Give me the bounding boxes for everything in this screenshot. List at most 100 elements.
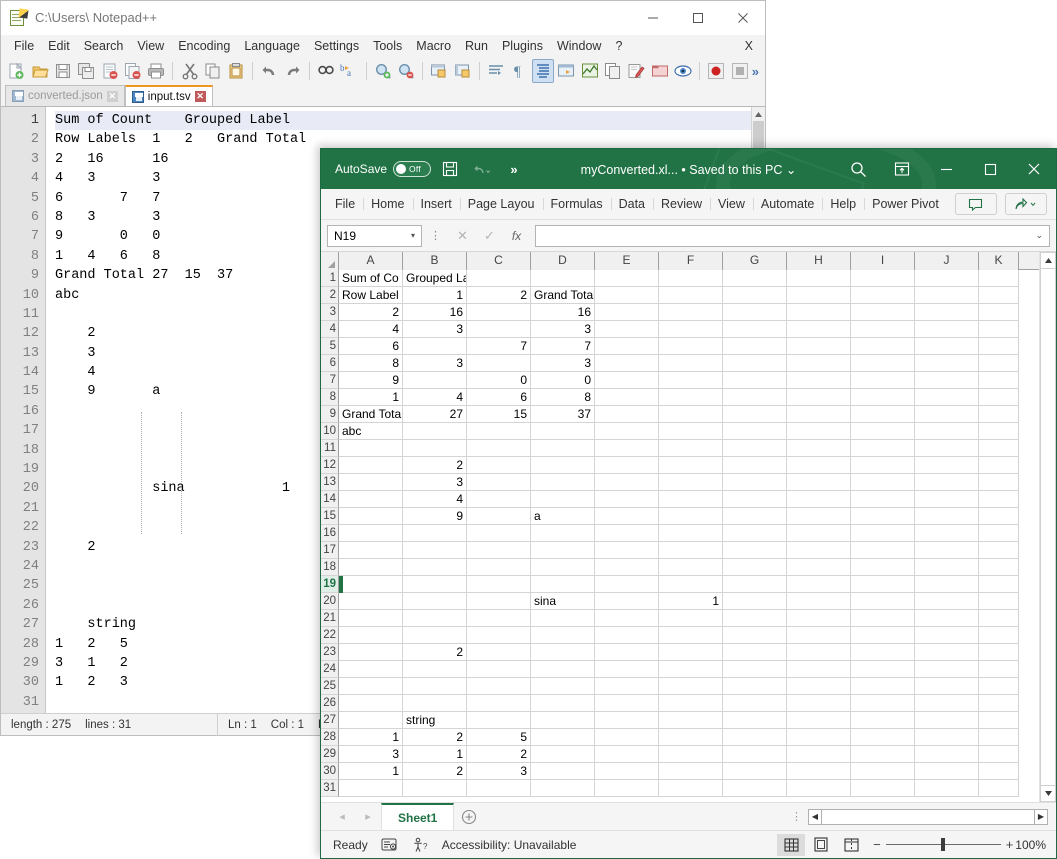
cell-K2[interactable]: [979, 287, 1019, 304]
menu-item-window[interactable]: Window: [550, 37, 608, 55]
cell-B15[interactable]: 9: [403, 508, 467, 525]
cell-G3[interactable]: [723, 304, 787, 321]
cell-I24[interactable]: [851, 661, 915, 678]
cell-B27[interactable]: string: [403, 712, 467, 729]
menu-item-file[interactable]: File: [7, 37, 41, 55]
formula-bar-grip[interactable]: ⋮: [427, 229, 444, 242]
cell-D4[interactable]: 3: [531, 321, 595, 338]
cell-J22[interactable]: [915, 627, 979, 644]
cell-I14[interactable]: [851, 491, 915, 508]
cell-K27[interactable]: [979, 712, 1019, 729]
cell-G22[interactable]: [723, 627, 787, 644]
cell-D25[interactable]: [531, 678, 595, 695]
notepad-close-button[interactable]: [720, 1, 765, 35]
cell-J10[interactable]: [915, 423, 979, 440]
cell-K26[interactable]: [979, 695, 1019, 712]
accessibility-checker-icon[interactable]: ?: [410, 835, 432, 855]
chevron-down-icon[interactable]: ▾: [411, 231, 415, 240]
undo-icon[interactable]: [469, 156, 495, 182]
cell-C15[interactable]: [467, 508, 531, 525]
cell-C27[interactable]: [467, 712, 531, 729]
cell-J6[interactable]: [915, 355, 979, 372]
tab-view[interactable]: View: [710, 194, 753, 214]
cell-G10[interactable]: [723, 423, 787, 440]
column-header-i[interactable]: I: [851, 252, 915, 270]
cell-A9[interactable]: Grand Tota: [339, 406, 403, 423]
row-header-1[interactable]: 1: [321, 270, 339, 287]
cell-K3[interactable]: [979, 304, 1019, 321]
cell-E15[interactable]: [595, 508, 659, 525]
cell-K30[interactable]: [979, 763, 1019, 780]
cell-K4[interactable]: [979, 321, 1019, 338]
row-header-5[interactable]: 5: [321, 338, 339, 355]
menu-item-help[interactable]: ?: [608, 37, 629, 55]
cell-J2[interactable]: [915, 287, 979, 304]
column-header-k[interactable]: K: [979, 252, 1019, 270]
cell-D8[interactable]: 8: [531, 389, 595, 406]
cell-F18[interactable]: [659, 559, 723, 576]
cell-J3[interactable]: [915, 304, 979, 321]
row-header-13[interactable]: 13: [321, 474, 339, 491]
cell-A2[interactable]: Row Label: [339, 287, 403, 304]
cell-B18[interactable]: [403, 559, 467, 576]
cell-A26[interactable]: [339, 695, 403, 712]
cell-G11[interactable]: [723, 440, 787, 457]
cell-H11[interactable]: [787, 440, 851, 457]
cell-J25[interactable]: [915, 678, 979, 695]
cell-G26[interactable]: [723, 695, 787, 712]
row-header-27[interactable]: 27: [321, 712, 339, 729]
row-header-28[interactable]: 28: [321, 729, 339, 746]
cell-C21[interactable]: [467, 610, 531, 627]
cell-F31[interactable]: [659, 780, 723, 797]
code-line[interactable]: Row Labels 1 2 Grand Total: [55, 130, 751, 149]
row-header-8[interactable]: 8: [321, 389, 339, 406]
cell-F7[interactable]: [659, 372, 723, 389]
cell-A4[interactable]: 4: [339, 321, 403, 338]
cell-E8[interactable]: [595, 389, 659, 406]
new-file-icon[interactable]: [5, 59, 27, 83]
cell-B1[interactable]: Grouped Label: [403, 270, 467, 287]
paste-icon[interactable]: [225, 59, 247, 83]
cell-I13[interactable]: [851, 474, 915, 491]
sync-vertical-icon[interactable]: [428, 59, 450, 83]
zoom-in-button[interactable]: +: [1006, 837, 1014, 852]
cell-D14[interactable]: [531, 491, 595, 508]
undo-icon[interactable]: [258, 59, 280, 83]
cell-F30[interactable]: [659, 763, 723, 780]
cell-K31[interactable]: [979, 780, 1019, 797]
cell-J16[interactable]: [915, 525, 979, 542]
cell-F23[interactable]: [659, 644, 723, 661]
cell-E4[interactable]: [595, 321, 659, 338]
cell-I16[interactable]: [851, 525, 915, 542]
column-header-g[interactable]: G: [723, 252, 787, 270]
user-define-dialog-icon[interactable]: [555, 59, 577, 83]
column-header-e[interactable]: E: [595, 252, 659, 270]
copy-icon[interactable]: [202, 59, 224, 83]
cell-I25[interactable]: [851, 678, 915, 695]
cell-E19[interactable]: [595, 576, 659, 593]
cell-D22[interactable]: [531, 627, 595, 644]
cell-G5[interactable]: [723, 338, 787, 355]
cell-J9[interactable]: [915, 406, 979, 423]
cell-E17[interactable]: [595, 542, 659, 559]
scroll-left-icon[interactable]: ◀: [808, 808, 822, 825]
cell-C8[interactable]: 6: [467, 389, 531, 406]
cell-H1[interactable]: [787, 270, 851, 287]
cell-A6[interactable]: 8: [339, 355, 403, 372]
row-header-6[interactable]: 6: [321, 355, 339, 372]
cell-H20[interactable]: [787, 593, 851, 610]
cell-C30[interactable]: 3: [467, 763, 531, 780]
cell-G24[interactable]: [723, 661, 787, 678]
add-sheet-icon[interactable]: [454, 804, 484, 830]
cell-C31[interactable]: [467, 780, 531, 797]
cell-C16[interactable]: [467, 525, 531, 542]
cell-F9[interactable]: [659, 406, 723, 423]
cell-I28[interactable]: [851, 729, 915, 746]
cell-H26[interactable]: [787, 695, 851, 712]
row-header-12[interactable]: 12: [321, 457, 339, 474]
previous-sheet-icon[interactable]: ◂: [329, 804, 355, 830]
zoom-in-icon[interactable]: [372, 59, 394, 83]
cell-C24[interactable]: [467, 661, 531, 678]
cell-B17[interactable]: [403, 542, 467, 559]
cell-G13[interactable]: [723, 474, 787, 491]
